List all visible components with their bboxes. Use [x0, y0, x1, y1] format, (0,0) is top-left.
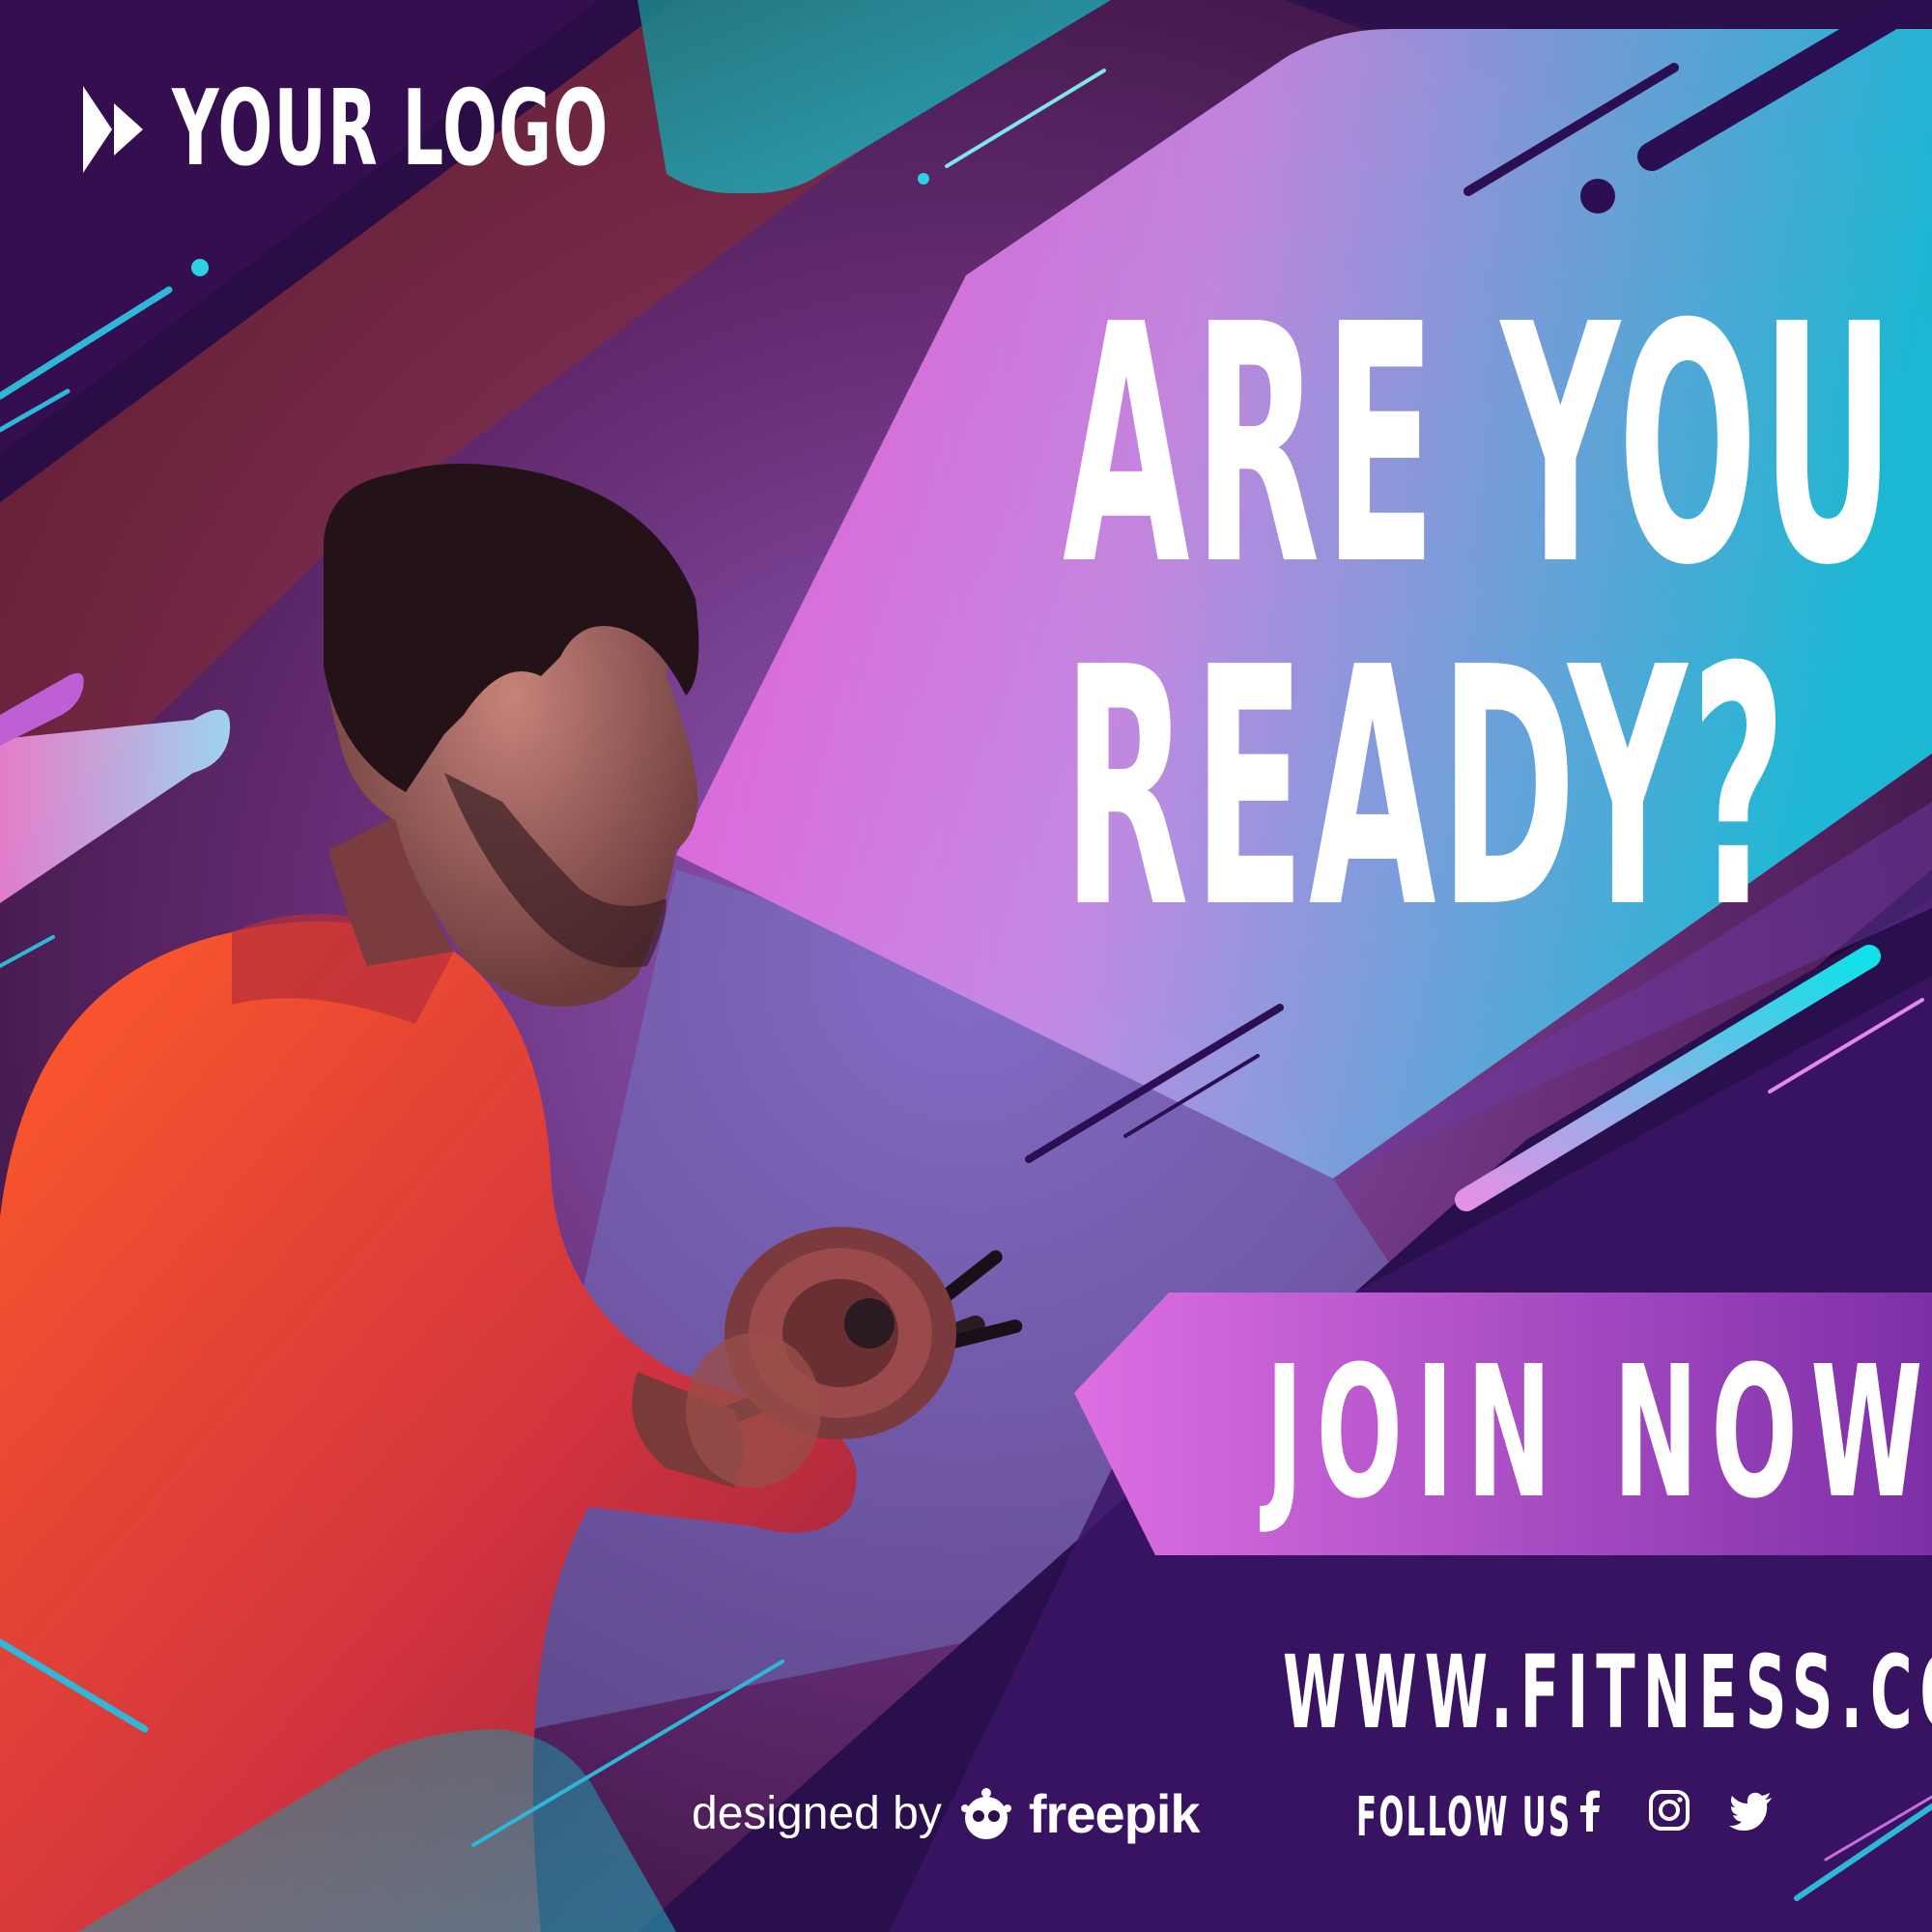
logo-text: YOUR LOGO: [172, 69, 610, 189]
join-now-button[interactable]: JOIN NOW: [1074, 1293, 1932, 1555]
headline-line-2: READY?: [1063, 598, 1791, 980]
headline-line-1: ARE YOU: [1063, 255, 1899, 638]
headline: ARE YOU READY?: [1063, 275, 1898, 961]
credit-brand: freepik: [1028, 1783, 1201, 1844]
join-now-label: JOIN NOW: [1265, 1327, 1932, 1539]
twitter-icon[interactable]: [1729, 1791, 1772, 1833]
website-url[interactable]: WWW.FITNESS.COM: [1283, 1642, 1932, 1743]
designer-credit: designed by freepik: [692, 1783, 1201, 1844]
fast-forward-icon: [83, 86, 143, 173]
follow-us-label: FOLLOW US: [1356, 1786, 1573, 1849]
credit-prefix: designed by: [692, 1788, 942, 1839]
instagram-icon[interactable]: [1648, 1789, 1690, 1832]
facebook-icon[interactable]: [1569, 1789, 1611, 1832]
freepik-mascot-icon: [960, 1788, 1011, 1839]
brand-logo[interactable]: YOUR LOGO: [83, 77, 877, 182]
fitness-banner: YOUR LOGO ARE YOU READY? JOIN NOW WWW.FI…: [0, 0, 1932, 1932]
